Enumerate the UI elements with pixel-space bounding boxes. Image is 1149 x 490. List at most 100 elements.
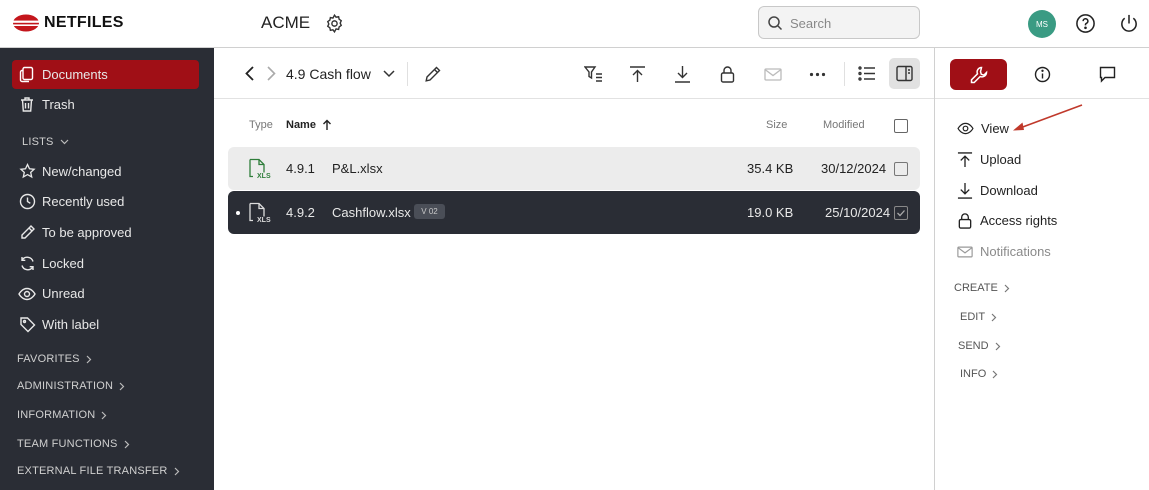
- sidebar-item-documents[interactable]: Documents: [12, 60, 199, 89]
- table-row[interactable]: XLS 4.9.1 P&L.xlsx 35.4 KB 30/12/2024: [228, 147, 920, 190]
- sidebar-item-label: New/changed: [42, 164, 122, 179]
- netfiles-logo-icon: [12, 14, 40, 32]
- forward-icon[interactable]: [266, 65, 277, 82]
- row-checkbox[interactable]: [894, 206, 908, 220]
- sidebar-item-label: To be approved: [42, 225, 132, 240]
- top-bar: NETFILES ACME MS: [0, 0, 1149, 48]
- chevron-right-icon: [991, 313, 997, 321]
- upload-icon[interactable]: [629, 65, 646, 83]
- toolbar-divider: [844, 62, 845, 86]
- sidebar-item-with-label[interactable]: With label: [12, 310, 199, 339]
- info-icon[interactable]: [1034, 66, 1051, 83]
- file-name[interactable]: Cashflow.xlsx: [332, 205, 411, 220]
- comment-icon[interactable]: [1099, 66, 1116, 83]
- xls-file-icon: XLS: [248, 202, 271, 226]
- refresh-icon: [12, 255, 42, 272]
- sidebar-section-external-file-transfer[interactable]: EXTERNAL FILE TRANSFER: [17, 465, 180, 477]
- sidebar-section-favorites[interactable]: FAVORITES: [17, 353, 92, 365]
- action-download[interactable]: Download: [957, 182, 1038, 199]
- action-view[interactable]: View: [957, 121, 1009, 136]
- file-number: 4.9.1: [286, 161, 315, 176]
- table-row[interactable]: XLS 4.9.2 Cashflow.xlsx V 02 19.0 KB 25/…: [228, 191, 920, 234]
- power-icon[interactable]: [1119, 13, 1139, 34]
- checkmark-icon: [897, 210, 905, 217]
- folder-title[interactable]: 4.9 Cash flow: [286, 66, 371, 82]
- file-modified: 25/10/2024: [825, 205, 891, 220]
- lock-icon: [958, 213, 972, 229]
- sidebar-section-team-functions[interactable]: TEAM FUNCTIONS: [17, 438, 130, 450]
- sidebar-item-recently-used[interactable]: Recently used: [12, 187, 199, 216]
- eye-icon: [12, 287, 42, 301]
- wrench-icon: [970, 66, 987, 83]
- gear-icon[interactable]: [324, 13, 345, 34]
- sidebar-item-new-changed[interactable]: New/changed: [12, 157, 199, 186]
- column-header-type[interactable]: Type: [249, 119, 273, 131]
- sidebar-item-label: Documents: [42, 67, 108, 82]
- sidebar-item-label: Trash: [42, 97, 75, 112]
- sidebar-item-trash[interactable]: Trash: [12, 90, 199, 119]
- chevron-right-icon: [119, 382, 125, 390]
- search-icon: [768, 16, 783, 31]
- details-panel-toggle[interactable]: [889, 58, 920, 89]
- select-all-checkbox[interactable]: [894, 119, 908, 133]
- file-name[interactable]: P&L.xlsx: [332, 161, 383, 176]
- mail-icon: [764, 68, 782, 81]
- sort-ascending-icon[interactable]: [322, 119, 332, 131]
- row-checkbox[interactable]: [894, 162, 908, 176]
- filter-icon[interactable]: [584, 65, 603, 83]
- documents-icon: [12, 66, 42, 83]
- eye-icon: [957, 122, 974, 135]
- panel-section-create[interactable]: CREATE: [954, 282, 1010, 294]
- lock-icon[interactable]: [720, 65, 735, 83]
- chevron-down-icon: [60, 139, 69, 145]
- search-box[interactable]: [758, 6, 920, 39]
- action-access-rights[interactable]: Access rights: [957, 212, 1057, 229]
- panel-tabs: [935, 48, 1149, 99]
- sidebar-item-label: With label: [42, 317, 100, 332]
- download-icon: [957, 182, 973, 199]
- netfiles-logo[interactable]: NETFILES: [12, 13, 124, 33]
- sidebar-section-administration[interactable]: ADMINISTRATION: [17, 380, 125, 392]
- chevron-right-icon: [101, 411, 107, 419]
- clock-icon: [12, 193, 42, 210]
- pencil-icon: [12, 224, 42, 241]
- chevron-right-icon: [1004, 284, 1010, 292]
- list-view-icon[interactable]: [858, 65, 876, 82]
- sidebar-item-label: Locked: [42, 256, 84, 271]
- more-icon[interactable]: [809, 72, 826, 77]
- mail-icon: [957, 246, 973, 257]
- panel-section-edit[interactable]: EDIT: [960, 311, 997, 323]
- chevron-right-icon: [995, 342, 1000, 350]
- chevron-down-icon[interactable]: [383, 70, 395, 78]
- toolbar-divider: [407, 62, 408, 86]
- chevron-right-icon: [86, 355, 92, 363]
- column-header-size[interactable]: Size: [766, 119, 787, 131]
- trash-icon: [12, 96, 42, 113]
- column-header-name[interactable]: Name: [286, 119, 316, 131]
- sidebar: Documents Trash LISTS New/changed Recent…: [0, 48, 214, 490]
- pen-icon[interactable]: [424, 65, 442, 83]
- chevron-right-icon: [174, 467, 179, 475]
- lists-section-header[interactable]: LISTS: [22, 136, 69, 148]
- download-icon[interactable]: [674, 65, 691, 83]
- sidebar-item-locked[interactable]: Locked: [12, 249, 199, 278]
- avatar[interactable]: MS: [1028, 10, 1056, 38]
- panel-section-send[interactable]: SEND: [958, 340, 1001, 352]
- help-icon[interactable]: [1075, 13, 1096, 34]
- sidebar-item-unread[interactable]: Unread: [12, 279, 199, 308]
- panel-section-info[interactable]: INFO: [960, 368, 998, 380]
- side-panel-icon: [896, 65, 913, 82]
- sidebar-item-label: Recently used: [42, 194, 125, 209]
- action-upload[interactable]: Upload: [957, 151, 1021, 168]
- sidebar-section-information[interactable]: INFORMATION: [17, 409, 107, 421]
- upload-icon: [957, 152, 973, 168]
- xls-file-icon: XLS: [248, 158, 271, 182]
- version-badge: V 02: [414, 204, 445, 219]
- sidebar-item-to-be-approved[interactable]: To be approved: [12, 218, 199, 247]
- file-number: 4.9.2: [286, 205, 315, 220]
- back-icon[interactable]: [244, 65, 255, 82]
- column-header-modified[interactable]: Modified: [823, 119, 865, 131]
- tab-actions[interactable]: [950, 59, 1007, 90]
- chevron-right-icon: [124, 440, 129, 448]
- search-input[interactable]: [790, 14, 910, 32]
